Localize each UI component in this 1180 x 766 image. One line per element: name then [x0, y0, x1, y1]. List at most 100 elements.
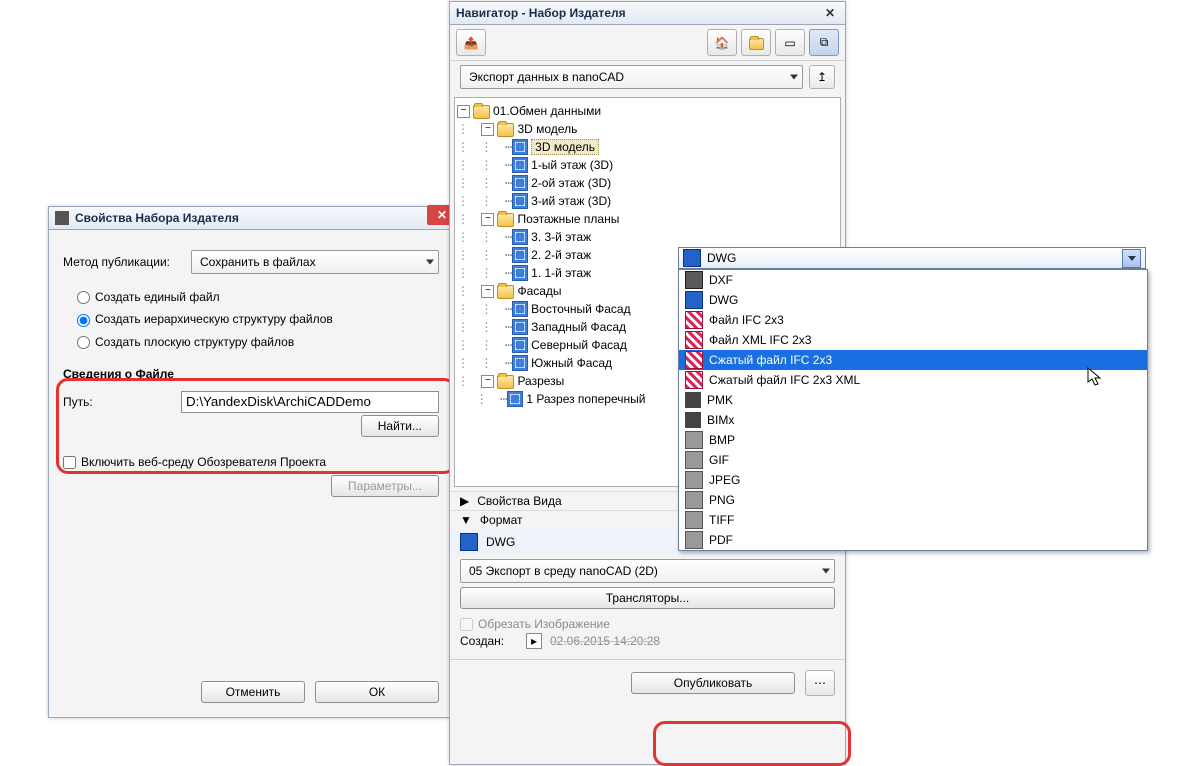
tree-item[interactable]: 3. 3-й этаж	[531, 230, 591, 244]
tree-item[interactable]: Восточный Фасад	[531, 302, 630, 316]
tree-item[interactable]: 1 Разрез поперечный	[526, 392, 645, 406]
format-option[interactable]: PDF	[679, 530, 1147, 550]
publish-button[interactable]: Опубликовать	[631, 672, 795, 694]
format-option-label: TIFF	[709, 513, 734, 527]
format-option-label: PNG	[709, 493, 735, 507]
format-option-label: DXF	[709, 273, 733, 287]
format-option[interactable]: GIF	[679, 450, 1147, 470]
format-value: DWG	[486, 535, 515, 549]
img-icon	[685, 511, 703, 529]
translators-button[interactable]: Трансляторы...	[460, 587, 835, 609]
include-browser-checkbox[interactable]: Включить веб-среду Обозревателя Проекта	[63, 455, 326, 469]
format-option[interactable]: TIFF	[679, 510, 1147, 530]
format-option[interactable]: BMP	[679, 430, 1147, 450]
dwg-icon	[460, 533, 478, 551]
file-info-heading: Сведения о Файле	[63, 367, 439, 381]
format-option-label: Файл XML IFC 2x3	[709, 333, 811, 347]
tree-item[interactable]: 1-ый этаж (3D)	[531, 158, 613, 172]
format-option-label: Сжатый файл IFC 2x3 XML	[709, 373, 860, 387]
export-set-value: Экспорт данных в nanoCAD	[469, 70, 624, 84]
tree-group-3d[interactable]: 3D модель	[517, 122, 577, 136]
cancel-button[interactable]: Отменить	[201, 681, 305, 703]
img-icon	[685, 471, 703, 489]
format-option-label: PDF	[709, 533, 733, 547]
img-icon	[685, 531, 703, 549]
pmk-icon	[685, 392, 701, 408]
parameters-button: Параметры...	[331, 475, 439, 497]
created-label: Создан:	[460, 634, 518, 648]
ifc-icon	[685, 311, 703, 329]
format-option[interactable]: Сжатый файл IFC 2x3 XML	[679, 370, 1147, 390]
tree-item[interactable]: 2-ой этаж (3D)	[531, 176, 611, 190]
export-set-dropdown[interactable]: Экспорт данных в nanoCAD	[460, 65, 803, 89]
format-option-label: Файл IFC 2x3	[709, 313, 784, 327]
mouse-cursor-icon	[1087, 367, 1103, 387]
format-option[interactable]: JPEG	[679, 470, 1147, 490]
format-option[interactable]: DWG	[679, 290, 1147, 310]
toolbar-folder-icon[interactable]	[741, 29, 771, 56]
tree-item[interactable]: Северный Фасад	[531, 338, 627, 352]
tree-item[interactable]: 3D модель	[531, 139, 599, 155]
up-level-button[interactable]: ↥	[809, 65, 835, 89]
publish-method-label: Метод публикации:	[63, 255, 183, 269]
tree-root[interactable]: 01.Обмен данными	[493, 104, 601, 118]
format-option[interactable]: Сжатый файл IFC 2x3	[679, 350, 1147, 370]
format-dropdown-value: DWG	[707, 251, 736, 265]
format-option[interactable]: Файл IFC 2x3	[679, 310, 1147, 330]
format-option-label: BMP	[709, 433, 735, 447]
format-dropdown-list[interactable]: DXF DWG Файл IFC 2x3 Файл XML IFC 2x3 Сжатый…	[678, 269, 1148, 551]
format-option[interactable]: PMK	[679, 390, 1147, 410]
tree-item[interactable]: Южный Фасад	[531, 356, 612, 370]
chevron-down-icon	[790, 75, 798, 80]
tree-group-sections[interactable]: Разрезы	[517, 374, 564, 388]
publish-method-value: Сохранить в файлах	[200, 255, 316, 269]
play-icon[interactable]: ▸	[526, 633, 542, 649]
tree-group-floors[interactable]: Поэтажные планы	[517, 212, 619, 226]
publish-options-button[interactable]: ⋯	[805, 670, 835, 696]
toolbar-home-icon[interactable]: 🏠	[707, 29, 737, 56]
tree-item[interactable]: Западный Фасад	[531, 320, 626, 334]
format-option[interactable]: DXF	[679, 270, 1147, 290]
dwg-icon	[685, 291, 703, 309]
format-dropdown-panel: DWG DXF DWG Файл IFC 2x3 Файл XML IFC 2x3 Сж…	[678, 247, 1146, 551]
publisher-properties-dialog: Свойства Набора Издателя ✕ Метод публика…	[48, 206, 454, 718]
dwg-icon	[683, 249, 701, 267]
format-option-label: DWG	[709, 293, 738, 307]
ifc-icon	[685, 351, 703, 369]
radio-single-file[interactable]: Создать единый файл	[77, 290, 220, 304]
format-option-label: GIF	[709, 453, 729, 467]
radio-hierarchical[interactable]: Создать иерархическую структуру файлов	[77, 312, 333, 326]
format-option[interactable]: BIMx	[679, 410, 1147, 430]
tree-group-facades[interactable]: Фасады	[517, 284, 561, 298]
format-option[interactable]: PNG	[679, 490, 1147, 510]
translator-dropdown[interactable]: 05 Экспорт в среду nanoCAD (2D)	[460, 559, 835, 583]
path-input[interactable]	[181, 391, 439, 413]
format-option[interactable]: Файл XML IFC 2x3	[679, 330, 1147, 350]
pmk-icon	[685, 412, 701, 428]
nav-close-button[interactable]: ✕	[821, 6, 839, 20]
toolbar-layout-icon[interactable]: ▭	[775, 29, 805, 56]
nav-titlebar: Навигатор - Набор Издателя ✕	[450, 2, 845, 25]
format-option-label: PMK	[707, 393, 733, 407]
img-icon	[685, 431, 703, 449]
nav-toolbar: 📤 🏠 ▭ ⧉	[450, 25, 845, 61]
tree-item[interactable]: 3-ий этаж (3D)	[531, 194, 611, 208]
tree-item[interactable]: 1. 1-й этаж	[531, 266, 591, 280]
props-title: Свойства Набора Издателя	[75, 211, 239, 225]
format-dropdown-selected[interactable]: DWG	[678, 247, 1146, 269]
path-label: Путь:	[63, 395, 173, 409]
toolbar-open-icon[interactable]: 📤	[456, 29, 486, 56]
browse-button[interactable]: Найти...	[361, 415, 439, 437]
tree-item[interactable]: 2. 2-й этаж	[531, 248, 591, 262]
format-option-label: JPEG	[709, 473, 740, 487]
chevron-down-icon	[1122, 249, 1141, 268]
toolbar-publisher-icon[interactable]: ⧉	[809, 29, 839, 56]
props-titlebar: Свойства Набора Издателя ✕	[49, 207, 453, 230]
img-icon	[685, 451, 703, 469]
ok-button[interactable]: ОК	[315, 681, 439, 703]
radio-flat[interactable]: Создать плоскую структуру файлов	[77, 335, 294, 349]
ifc-icon	[685, 371, 703, 389]
created-value: 02.06.2015 14:20:28	[550, 634, 660, 648]
publish-method-dropdown[interactable]: Сохранить в файлах	[191, 250, 439, 274]
img-icon	[685, 491, 703, 509]
